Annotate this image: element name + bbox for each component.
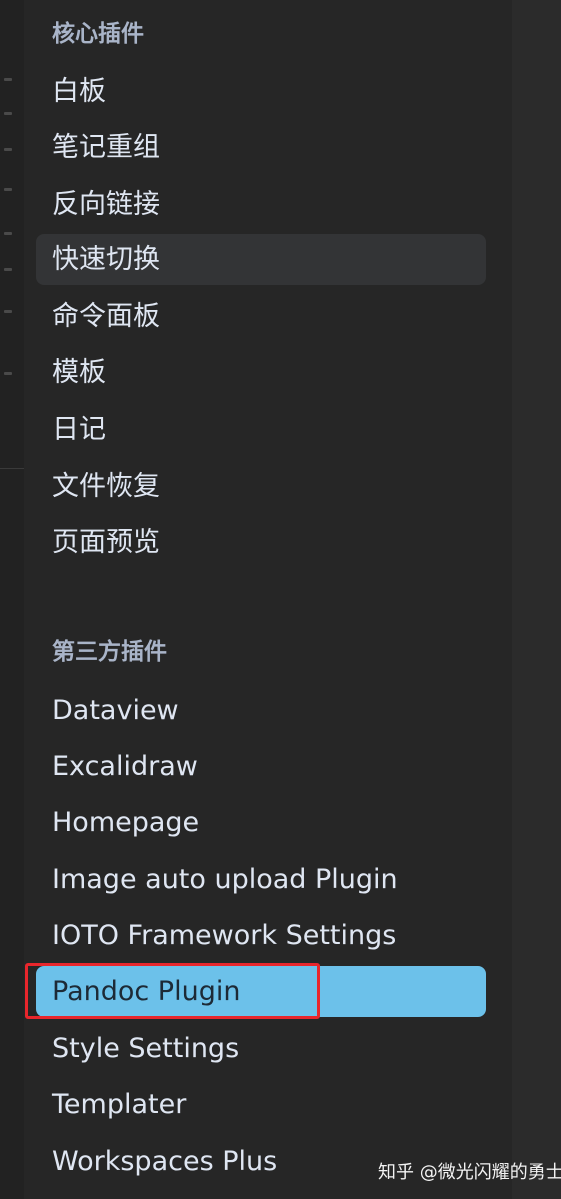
sidebar-item-note-composer[interactable]: 笔记重组 (36, 122, 486, 173)
sidebar-item-quick-switcher[interactable]: 快速切换 (36, 234, 486, 285)
background-mark (4, 310, 12, 313)
background-mark (4, 268, 12, 271)
settings-screen: 核心插件 白板 笔记重组 反向链接 快速切换 命令面板 模板 日记 文件恢复 页… (0, 0, 561, 1199)
sidebar-item-command-palette[interactable]: 命令面板 (36, 291, 486, 342)
sidebar-item-pandoc-plugin[interactable]: Pandoc Plugin (36, 966, 486, 1017)
background-mark (4, 372, 12, 375)
background-mark (4, 112, 12, 115)
sidebar-item-ioto-framework-settings[interactable]: IOTO Framework Settings (36, 910, 486, 961)
watermark-text: 知乎 @微光闪耀的勇士 (378, 1162, 561, 1183)
sidebar-item-templater[interactable]: Templater (36, 1079, 486, 1130)
sidebar-item-daily-notes[interactable]: 日记 (36, 404, 486, 455)
sidebar-item-backlinks[interactable]: 反向链接 (36, 179, 486, 230)
settings-sidebar: 核心插件 白板 笔记重组 反向链接 快速切换 命令面板 模板 日记 文件恢复 页… (24, 0, 512, 1199)
right-gutter (512, 0, 561, 1199)
sidebar-item-image-auto-upload[interactable]: Image auto upload Plugin (36, 854, 486, 905)
sidebar-item-canvas[interactable]: 白板 (36, 66, 486, 117)
background-mark (4, 78, 12, 81)
background-mark (4, 232, 12, 235)
third-party-plugins-heading: 第三方插件 (52, 639, 167, 665)
sidebar-item-templates[interactable]: 模板 (36, 347, 486, 398)
core-plugins-heading: 核心插件 (52, 21, 144, 47)
background-divider (0, 468, 24, 469)
sidebar-item-excalidraw[interactable]: Excalidraw (36, 741, 486, 792)
background-mark (4, 188, 12, 191)
sidebar-item-page-preview[interactable]: 页面预览 (36, 517, 486, 568)
background-editor-pane (0, 0, 24, 1199)
sidebar-item-style-settings[interactable]: Style Settings (36, 1023, 486, 1074)
sidebar-item-dataview[interactable]: Dataview (36, 685, 486, 736)
background-mark (4, 148, 12, 151)
sidebar-item-homepage[interactable]: Homepage (36, 797, 486, 848)
sidebar-item-file-recovery[interactable]: 文件恢复 (36, 461, 486, 512)
